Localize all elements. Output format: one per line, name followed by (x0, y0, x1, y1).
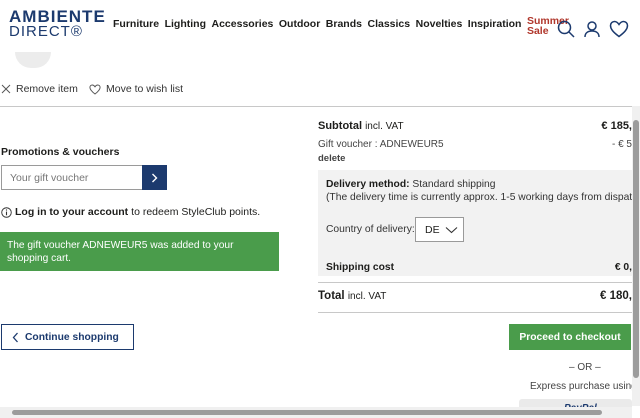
heart-outline-icon (89, 84, 101, 95)
nav-novelties[interactable]: Novelties (416, 18, 463, 36)
gift-voucher-value: - € 5 (611, 139, 632, 150)
total-text: Total (318, 290, 345, 302)
continue-shopping-label: Continue shopping (25, 331, 119, 343)
country-of-delivery-label: Country of delivery: (326, 224, 415, 235)
total-vat: incl. VAT (347, 291, 387, 302)
product-thumbnail[interactable] (15, 52, 51, 68)
total-row: Total incl. VAT € 180, (318, 290, 632, 302)
login-link[interactable]: Log in to your account (15, 206, 128, 218)
remove-item-label: Remove item (16, 83, 78, 95)
horizontal-scrollbar-thumb[interactable] (12, 410, 602, 415)
header-icons (557, 20, 629, 38)
close-icon (1, 84, 11, 94)
or-separator: – OR – (569, 362, 601, 373)
nav-lighting[interactable]: Lighting (165, 18, 206, 36)
total-value: € 180, (600, 290, 632, 302)
shipping-cost-row: Shipping cost € 0, (326, 262, 632, 273)
subtotal-value: € 185, (601, 120, 632, 132)
summary-divider (318, 282, 632, 283)
summary-divider-bottom (318, 312, 632, 313)
subtotal-row: Subtotal incl. VAT € 185, (318, 120, 632, 132)
shipping-cost-label: Shipping cost (326, 262, 395, 273)
subtotal-text: Subtotal (318, 120, 362, 132)
nav-accessories[interactable]: Accessories (212, 18, 274, 36)
subtotal-vat: incl. VAT (365, 121, 404, 132)
site-header: AMBIENTE DIRECT® Furniture Lighting Acce… (0, 0, 640, 48)
nav-brands[interactable]: Brands (326, 18, 362, 36)
delivery-method-value: Standard shipping (412, 179, 496, 190)
delivery-method-label: Delivery method: (326, 179, 410, 190)
logo-line-2: DIRECT® (9, 23, 83, 40)
voucher-form (1, 165, 167, 190)
chevron-left-icon (12, 332, 18, 342)
vertical-scrollbar[interactable] (632, 106, 640, 406)
country-select[interactable]: DE (415, 217, 464, 242)
login-text: to redeem StyleClub points. (131, 206, 261, 218)
total-label: Total incl. VAT (318, 290, 386, 302)
ambiente-direct-logo[interactable]: AMBIENTE DIRECT® (9, 8, 106, 39)
delivery-method: Delivery method: Standard shipping (The … (326, 178, 640, 204)
user-icon[interactable] (583, 20, 601, 38)
login-info: Log in to your account to redeem StyleCl… (1, 206, 260, 218)
voucher-submit-button[interactable] (142, 165, 167, 190)
nav-classics[interactable]: Classics (367, 18, 410, 36)
heart-icon[interactable] (609, 20, 629, 38)
chevron-down-icon (445, 226, 457, 233)
voucher-success-message: The gift voucher ADNEWEUR5 was added to … (0, 232, 279, 271)
chevron-right-icon (152, 173, 158, 182)
gift-voucher-row: Gift voucher : ADNEWEUR5 - € 5 (318, 139, 632, 150)
country-select-value: DE (425, 223, 440, 236)
subtotal-label: Subtotal incl. VAT (318, 120, 404, 132)
vertical-scrollbar-thumb[interactable] (633, 120, 639, 378)
remove-item-link[interactable]: Remove item (1, 83, 78, 95)
express-purchase-label: Express purchase using (530, 381, 637, 392)
nav-inspiration[interactable]: Inspiration (468, 18, 522, 36)
horizontal-scrollbar[interactable] (0, 407, 632, 418)
promotions-title: Promotions & vouchers (1, 146, 120, 158)
info-icon (1, 206, 12, 218)
nav-furniture[interactable]: Furniture (113, 18, 159, 36)
delete-voucher-link[interactable]: delete (318, 153, 345, 164)
proceed-to-checkout-button[interactable]: Proceed to checkout (509, 324, 631, 350)
wishlist-label: Move to wish list (106, 83, 184, 95)
sale-line-2: Sale (526, 25, 549, 37)
continue-shopping-button[interactable]: Continue shopping (1, 324, 134, 350)
gift-voucher-input[interactable] (1, 165, 142, 190)
search-icon[interactable] (557, 20, 575, 38)
main-nav: Furniture Lighting Accessories Outdoor B… (113, 16, 574, 37)
delivery-time-note: (The delivery time is currently approx. … (326, 192, 640, 203)
shipping-box: Delivery method: Standard shipping (The … (318, 170, 640, 276)
gift-voucher-label: Gift voucher : ADNEWEUR5 (318, 139, 444, 150)
shipping-cost-value: € 0, (614, 262, 632, 273)
divider (0, 106, 632, 107)
move-to-wishlist-link[interactable]: Move to wish list (89, 83, 183, 95)
nav-outdoor[interactable]: Outdoor (279, 18, 320, 36)
